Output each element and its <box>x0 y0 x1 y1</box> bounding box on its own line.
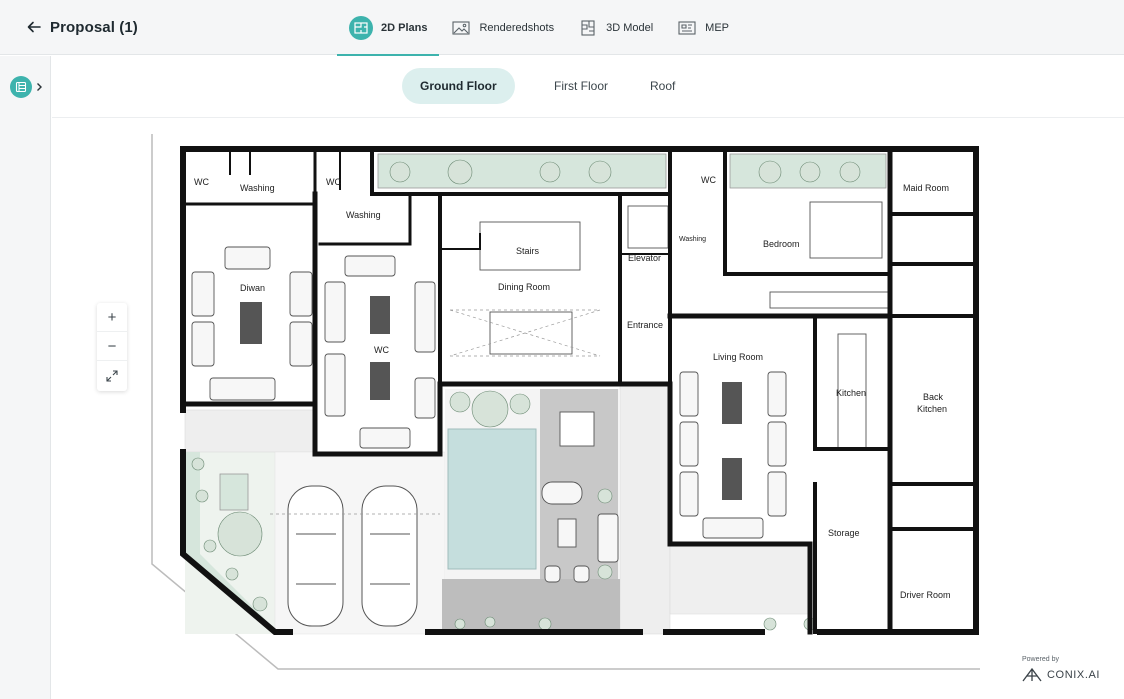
room-label-dining: Dining Room <box>498 282 550 292</box>
room-label-living: Living Room <box>713 352 763 362</box>
room-label-back-kitchen-2: Kitchen <box>917 404 947 414</box>
tab-label: 2D Plans <box>381 21 428 34</box>
room-label-kitchen: Kitchen <box>836 388 866 398</box>
image-icon <box>451 18 471 38</box>
layers-icon <box>10 76 32 98</box>
room-label-stairs: Stairs <box>516 246 540 256</box>
page-title: Proposal (1) <box>50 18 138 36</box>
brand-name: CONIX.AI <box>1047 669 1101 681</box>
back-button[interactable]: Proposal (1) <box>26 16 138 38</box>
branding: Powered by CONIX.AI <box>1022 656 1102 690</box>
room-label-elevator: Elevator <box>628 253 661 263</box>
powered-by-label: Powered by <box>1022 656 1059 663</box>
tab-3d-model[interactable]: 3D Model <box>566 0 665 55</box>
expand-icon <box>106 369 118 382</box>
zoom-out-button[interactable]: − <box>97 332 127 361</box>
room-label-wc1: WC <box>194 177 209 187</box>
zoom-in-button[interactable]: + <box>97 303 127 332</box>
fit-screen-button[interactable] <box>97 361 127 390</box>
room-label-storage: Storage <box>828 528 860 538</box>
floorplan-icon <box>349 15 373 40</box>
tab-mep[interactable]: MEP <box>665 0 741 55</box>
tab-label: Renderedshots <box>479 21 555 34</box>
tab-label: 3D Model <box>606 21 654 34</box>
floor-tab-roof[interactable]: Roof <box>632 68 693 104</box>
tab-renderedshots[interactable]: Renderedshots <box>439 0 566 55</box>
floor-plan[interactable]: WC Washing WC Washing Diwan WC Stairs Di… <box>150 134 980 674</box>
room-label-washing3: Washing <box>679 236 706 243</box>
room-label-entrance: Entrance <box>627 320 663 330</box>
room-label-bedroom: Bedroom <box>763 239 800 249</box>
view-tabs: 2D Plans Renderedshots 3D Model MEP <box>337 0 741 56</box>
panel-toggle-button[interactable] <box>10 76 43 98</box>
zoom-controls: + − <box>97 303 127 391</box>
room-label-wc4: WC <box>701 175 716 185</box>
tab-2d-plans[interactable]: 2D Plans <box>337 0 440 56</box>
floor-tab-first[interactable]: First Floor <box>536 68 626 104</box>
room-label-driver: Driver Room <box>900 590 951 600</box>
floor-tab-ground[interactable]: Ground Floor <box>402 68 515 104</box>
arrow-left-icon <box>27 21 41 33</box>
room-label-back-kitchen-1: Back <box>923 392 944 402</box>
room-label-wc3: WC <box>374 345 389 355</box>
tab-label: MEP <box>705 21 729 34</box>
room-label-washing1: Washing <box>240 183 275 193</box>
chevron-right-icon <box>37 83 42 91</box>
room-label-washing2: Washing <box>346 210 381 220</box>
room-label-diwan: Diwan <box>240 283 265 293</box>
conix-logo-icon <box>1022 667 1042 682</box>
floor-selector: Ground Floor First Floor Roof <box>52 56 1124 118</box>
room-label-wc2: WC <box>326 177 341 187</box>
top-bar: Proposal (1) 2D Plans Renderedshots 3D M… <box>0 0 1124 56</box>
mep-icon <box>677 18 697 38</box>
left-rail <box>0 56 51 699</box>
cube-icon <box>578 18 598 38</box>
room-label-maid: Maid Room <box>903 183 949 193</box>
